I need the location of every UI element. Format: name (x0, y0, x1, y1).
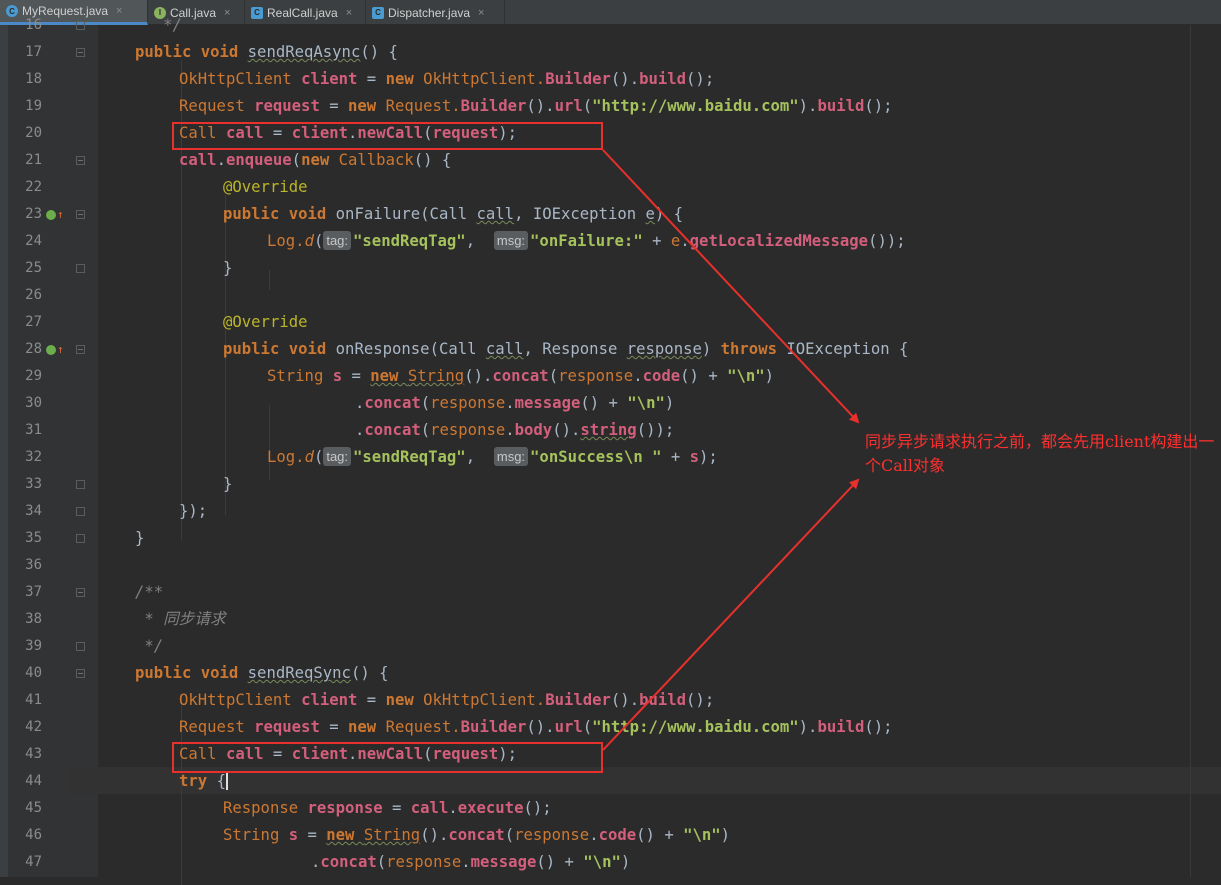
code-line-32[interactable]: Log.d(tag: "sendReqTag", msg: "onSuccess\n… (267, 444, 718, 471)
override-method-icon[interactable]: ↑ (46, 201, 64, 228)
param-hint-tag: tag: (323, 447, 352, 466)
line-number[interactable]: 20 (12, 120, 42, 147)
fold-collapse-icon[interactable] (76, 210, 85, 219)
class-icon: C (372, 6, 384, 19)
fold-collapse-icon[interactable] (76, 669, 85, 678)
override-method-icon[interactable]: ↑ (46, 336, 64, 363)
line-number[interactable]: 35 (12, 525, 42, 552)
line-number[interactable]: 37 (12, 579, 42, 606)
line-number[interactable]: 29 (12, 363, 42, 390)
tab-label: RealCall.java (267, 5, 338, 20)
code-line-27[interactable]: @Override (223, 309, 308, 336)
code-line-22[interactable]: @Override (223, 174, 308, 201)
line-number[interactable]: 39 (12, 633, 42, 660)
tab-realcall-java[interactable]: C RealCall.java × (245, 0, 366, 25)
line-number[interactable]: 24 (12, 228, 42, 255)
code-line-39[interactable]: */ (135, 633, 163, 660)
line-number[interactable]: 27 (12, 309, 42, 336)
fold-end-icon[interactable] (76, 21, 85, 30)
line-number[interactable]: 42 (12, 714, 42, 741)
code-line-42[interactable]: Request request = new Request.Builder().… (179, 714, 893, 741)
line-number[interactable]: 18 (12, 66, 42, 93)
line-number[interactable]: 26 (12, 282, 42, 309)
editor-tab-bar: C MyRequest.java × I Call.java × C RealC… (0, 0, 1221, 25)
line-number[interactable]: 32 (12, 444, 42, 471)
line-number[interactable]: 41 (12, 687, 42, 714)
line-number[interactable]: 34 (12, 498, 42, 525)
class-icon: C (251, 6, 263, 19)
line-number[interactable]: 44 (12, 768, 42, 795)
param-hint-msg: msg: (493, 231, 529, 250)
close-icon[interactable]: × (346, 7, 352, 19)
code-line-17[interactable]: public void sendReqAsync() { (135, 39, 398, 66)
code-line-37[interactable]: /** (135, 579, 163, 606)
code-line-40[interactable]: public void sendReqSync() { (135, 660, 389, 687)
code-line-41[interactable]: OkHttpClient client = new OkHttpClient.B… (179, 687, 714, 714)
close-icon[interactable]: × (224, 7, 230, 19)
line-number[interactable]: 31 (12, 417, 42, 444)
line-number[interactable]: 23 (12, 201, 42, 228)
line-number[interactable]: 22 (12, 174, 42, 201)
line-number[interactable]: 19 (12, 93, 42, 120)
code-line-21[interactable]: call.enqueue(new Callback() { (179, 147, 451, 174)
fold-end-icon[interactable] (76, 642, 85, 651)
line-number[interactable]: 36 (12, 552, 42, 579)
line-number[interactable]: 33 (12, 471, 42, 498)
close-icon[interactable]: × (116, 5, 122, 17)
code-line-35[interactable]: } (135, 525, 144, 552)
tool-window-strip[interactable] (0, 25, 8, 877)
highlight-box-async-newcall (172, 122, 603, 150)
line-number[interactable]: 25 (12, 255, 42, 282)
tab-dispatcher-java[interactable]: C Dispatcher.java × (366, 0, 505, 25)
fold-collapse-icon[interactable] (76, 345, 85, 354)
close-icon[interactable]: × (478, 7, 484, 19)
code-line-16[interactable]: */ (135, 12, 182, 39)
line-number[interactable]: 28 (12, 336, 42, 363)
code-line-18[interactable]: OkHttpClient client = new OkHttpClient.B… (179, 66, 714, 93)
editor-gutter[interactable]: 16 17 18 19 20 21 22 23 ↑ 24 25 26 27 28 ↑ 29 30 31 32 33 34… (8, 17, 98, 877)
code-line-46[interactable]: String s = new String().concat(response.… (223, 822, 730, 849)
code-line-23[interactable]: public void onFailure(Call call, IOExcep… (223, 201, 683, 228)
fold-end-icon[interactable] (76, 264, 85, 273)
line-number[interactable]: 47 (12, 849, 42, 876)
code-line-47[interactable]: .concat(response.message() + "\n") (311, 849, 630, 876)
param-hint-tag: tag: (323, 231, 352, 250)
code-line-45[interactable]: Response response = call.execute(); (223, 795, 552, 822)
fold-collapse-icon[interactable] (76, 588, 85, 597)
code-line-28[interactable]: public void onResponse(Call call, Respon… (223, 336, 908, 363)
fold-collapse-icon[interactable] (76, 48, 85, 57)
code-line-25[interactable]: } (223, 255, 232, 282)
line-number[interactable]: 17 (12, 39, 42, 66)
code-line-33[interactable]: } (223, 471, 232, 498)
code-line-24[interactable]: Log.d(tag: "sendReqTag", msg: "onFailure:"… (267, 228, 906, 255)
fold-collapse-icon[interactable] (76, 156, 85, 165)
line-number[interactable]: 16 (12, 12, 42, 39)
fold-end-icon[interactable] (76, 507, 85, 516)
line-number[interactable]: 46 (12, 822, 42, 849)
code-line-29[interactable]: String s = new String().concat(response.… (267, 363, 774, 390)
line-number[interactable]: 45 (12, 795, 42, 822)
param-hint-msg: msg: (493, 447, 529, 466)
highlight-box-sync-newcall (172, 742, 603, 773)
line-number[interactable]: 43 (12, 741, 42, 768)
code-line-31[interactable]: .concat(response.body().string()); (355, 417, 674, 444)
code-line-34[interactable]: }); (179, 498, 207, 525)
code-line-19[interactable]: Request request = new Request.Builder().… (179, 93, 893, 120)
line-number[interactable]: 21 (12, 147, 42, 174)
tab-label: Dispatcher.java (388, 5, 471, 20)
line-number[interactable]: 30 (12, 390, 42, 417)
code-line-30[interactable]: .concat(response.message() + "\n") (355, 390, 674, 417)
line-number[interactable]: 38 (12, 606, 42, 633)
fold-end-icon[interactable] (76, 534, 85, 543)
line-number[interactable]: 40 (12, 660, 42, 687)
annotation-note: 同步异步请求执行之前，都会先用client构建出一个Call对象 (865, 432, 1215, 475)
fold-end-icon[interactable] (76, 480, 85, 489)
code-line-38[interactable]: * 同步请求 (135, 606, 225, 633)
